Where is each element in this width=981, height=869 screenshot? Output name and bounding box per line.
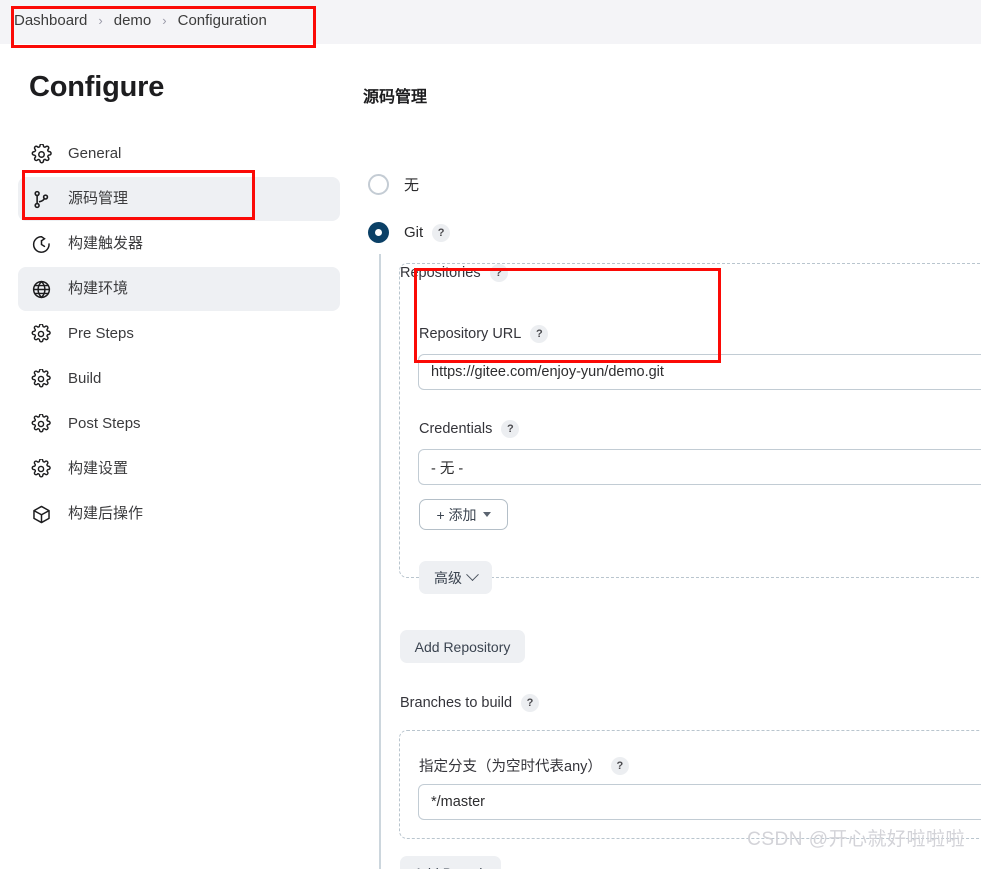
help-icon-repository-url[interactable]: ? — [530, 325, 549, 343]
help-icon-branch-specifier[interactable]: ? — [610, 756, 629, 775]
sidebar-item-build-triggers[interactable]: 构建触发器 — [18, 222, 340, 266]
sidebar-nav: General 源码管理 构建触发器 构建环境 Pre Steps Build … — [18, 132, 340, 537]
help-icon-git[interactable]: ? — [432, 223, 451, 242]
breadcrumb: Dashboard › demo › Configuration — [12, 11, 269, 31]
globe-icon — [30, 278, 52, 300]
credentials-label: Credentials — [419, 421, 493, 437]
sidebar-item-build-environment[interactable]: 构建环境 — [18, 267, 340, 311]
page-title: Configure — [29, 71, 165, 103]
configure-page: Dashboard › demo › Configuration Configu… — [0, 0, 981, 869]
chevron-down-icon — [466, 568, 479, 582]
scm-option-git[interactable]: Git ? — [368, 222, 451, 243]
git-section-indent-guide — [379, 254, 381, 869]
sidebar-item-label: Post Steps — [68, 415, 141, 432]
add-repository-button[interactable]: Add Repository — [400, 630, 525, 663]
help-icon-credentials[interactable]: ? — [501, 420, 520, 438]
breadcrumb-item-dashboard[interactable]: Dashboard — [12, 11, 89, 31]
gear-icon — [30, 413, 52, 435]
breadcrumb-separator-icon: › — [162, 13, 167, 28]
sidebar-item-label: General — [68, 145, 122, 162]
advanced-toggle-button[interactable]: 高级 — [419, 561, 492, 594]
branch-specifier-label-group: 指定分支（为空时代表any） ? — [419, 755, 629, 776]
sidebar-item-label: Pre Steps — [68, 325, 134, 342]
add-branch-label: Add Branch — [414, 865, 487, 869]
add-branch-button[interactable]: Add Branch — [400, 856, 501, 869]
breadcrumb-item-demo[interactable]: demo — [112, 11, 154, 31]
credentials-label-group: Credentials ? — [419, 420, 520, 438]
sidebar-item-build[interactable]: Build — [18, 357, 340, 401]
sidebar-item-label: 构建设置 — [68, 460, 129, 477]
scm-configuration-panel: 源码管理 无 Git ? Repositories ? Repository U… — [363, 44, 981, 869]
sidebar-item-scm[interactable]: 源码管理 — [18, 177, 340, 221]
gear-icon — [30, 458, 52, 480]
branch-specifier-input[interactable] — [418, 784, 981, 820]
repository-url-input[interactable] — [418, 354, 981, 390]
radio-none[interactable] — [368, 174, 389, 195]
branches-label: Branches to build — [400, 695, 513, 711]
sidebar-item-build-settings[interactable]: 构建设置 — [18, 447, 340, 491]
advanced-label: 高级 — [434, 569, 462, 586]
sidebar-item-label: 构建触发器 — [68, 235, 144, 252]
clock-icon — [30, 233, 52, 255]
add-credentials-button[interactable]: + 添加 — [419, 499, 508, 530]
sidebar-item-label: 构建环境 — [68, 280, 129, 297]
sidebar-item-label: 构建后操作 — [68, 505, 144, 522]
radio-git[interactable] — [368, 222, 389, 243]
gear-icon — [30, 368, 52, 390]
sidebar-item-label: Build — [68, 370, 102, 387]
repository-url-label: Repository URL — [419, 326, 522, 342]
add-credentials-label: + 添加 — [436, 506, 477, 523]
sidebar-item-pre-steps[interactable]: Pre Steps — [18, 312, 340, 356]
breadcrumb-separator-icon: › — [98, 13, 103, 28]
breadcrumb-item-configuration[interactable]: Configuration — [176, 11, 269, 31]
gear-icon — [30, 143, 52, 165]
git-branch-icon — [30, 188, 52, 210]
scm-option-none[interactable]: 无 — [368, 174, 419, 195]
gear-icon — [30, 323, 52, 345]
chevron-down-icon — [482, 512, 491, 517]
watermark: CSDN @开心就好啦啦啦 — [747, 829, 965, 850]
package-icon — [30, 503, 52, 525]
scm-option-label: Git — [404, 224, 424, 241]
help-icon-branches[interactable]: ? — [521, 694, 540, 712]
repository-url-label-group: Repository URL ? — [419, 325, 549, 343]
branch-specifier-label: 指定分支（为空时代表any） — [419, 759, 602, 775]
sidebar-item-post-build-actions[interactable]: 构建后操作 — [18, 492, 340, 536]
sidebar-item-post-steps[interactable]: Post Steps — [18, 402, 340, 446]
branches-label-group: Branches to build ? — [400, 694, 540, 712]
configure-sidebar: Configure General 源码管理 构建触发器 构建环境 Pre St… — [0, 44, 379, 869]
sidebar-item-label: 源码管理 — [68, 190, 129, 207]
sidebar-item-general[interactable]: General — [18, 132, 340, 176]
credentials-select[interactable] — [418, 449, 981, 485]
section-title: 源码管理 — [363, 89, 428, 107]
scm-option-label: 无 — [404, 177, 420, 194]
add-repository-label: Add Repository — [414, 638, 511, 655]
